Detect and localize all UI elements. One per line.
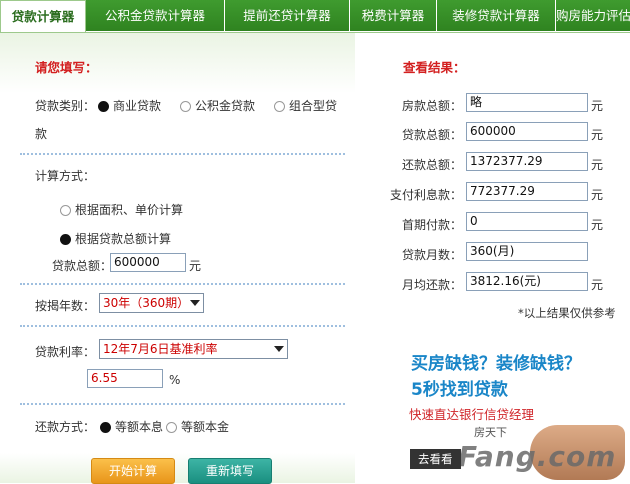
calculate-button[interactable]: 开始计算 bbox=[91, 458, 175, 484]
result-label-repay-total: 还款总额： bbox=[401, 158, 462, 172]
reset-button[interactable]: 重新填写 bbox=[188, 458, 272, 484]
loan-total-unit: 元 bbox=[189, 259, 202, 273]
results-title: 查看结果： bbox=[403, 60, 466, 75]
result-house-total: 略 bbox=[466, 93, 588, 112]
result-loan-total: 600000 bbox=[466, 122, 588, 141]
calc-method-label: 计算方式： bbox=[35, 169, 96, 183]
radio-area-icon[interactable] bbox=[60, 205, 71, 216]
rate-percent-unit: % bbox=[169, 373, 181, 387]
radio-combined-icon[interactable] bbox=[274, 101, 285, 112]
loan-total-label: 贷款总额： bbox=[52, 259, 113, 273]
tab-tax-calculator[interactable]: 税费计算器 bbox=[350, 0, 437, 31]
calc-method-area[interactable]: 根据面积、单价计算 bbox=[60, 201, 183, 218]
result-interest: 772377.29 bbox=[466, 182, 588, 201]
divider bbox=[20, 153, 345, 155]
radio-total-icon[interactable] bbox=[60, 234, 71, 245]
result-unit: 元 bbox=[591, 158, 604, 172]
ad-tagline: 快速直达银行信贷经理 bbox=[409, 407, 535, 422]
rate-percent-input[interactable]: 6.55 bbox=[87, 369, 163, 388]
divider bbox=[20, 403, 345, 405]
result-unit: 元 bbox=[591, 218, 604, 232]
result-label-interest: 支付利息款： bbox=[390, 188, 463, 202]
result-unit: 元 bbox=[591, 278, 604, 292]
rate-select[interactable]: 12年7月6日基准利率 bbox=[99, 339, 288, 359]
years-label: 按揭年数： bbox=[35, 299, 96, 313]
divider bbox=[20, 325, 345, 327]
chevron-down-icon bbox=[274, 346, 284, 352]
tab-bar: 贷款计算器 公积金贷款计算器 提前还贷计算器 税费计算器 装修贷款计算器 购房能… bbox=[0, 0, 630, 34]
result-label-monthly-payment: 月均还款： bbox=[401, 278, 462, 292]
result-down-payment: 0 bbox=[466, 212, 588, 231]
result-repay-total: 1372377.29 bbox=[466, 152, 588, 171]
ad-subheadline: 5秒找到贷款 bbox=[411, 380, 508, 400]
ad-headline: 买房缺钱？装修缺钱？ bbox=[411, 354, 581, 374]
tab-loan-calculator[interactable]: 贷款计算器 bbox=[0, 0, 86, 34]
tab-renovation-loan-calculator[interactable]: 装修贷款计算器 bbox=[437, 0, 556, 31]
fang-logo-cn: 房天下 bbox=[474, 426, 507, 439]
result-months: 360(月) bbox=[466, 242, 588, 261]
radio-provident-icon[interactable] bbox=[180, 101, 191, 112]
chevron-down-icon bbox=[190, 300, 200, 306]
result-monthly-payment: 3812.16(元) bbox=[466, 272, 588, 291]
loan-total-input[interactable]: 600000 bbox=[110, 253, 186, 272]
result-label-months: 贷款月数： bbox=[401, 248, 462, 262]
ad-go-button[interactable]: 去看看 bbox=[410, 449, 461, 469]
rate-label: 贷款利率： bbox=[35, 345, 96, 359]
repay-label: 还款方式： bbox=[35, 420, 96, 434]
loan-type-combined-wrap: 款 bbox=[35, 127, 48, 141]
result-label-down-payment: 首期付款： bbox=[401, 218, 462, 232]
calc-method-total[interactable]: 根据贷款总额计算 bbox=[60, 230, 171, 247]
loan-type-label: 贷款类别： bbox=[35, 99, 96, 113]
loan-type-provident[interactable]: 公积金贷款 bbox=[180, 97, 255, 114]
tab-purchase-ability[interactable]: 购房能力评估 bbox=[556, 0, 630, 31]
radio-equal-installment-icon[interactable] bbox=[100, 422, 111, 433]
result-label-loan-total: 贷款总额： bbox=[401, 128, 462, 142]
years-select[interactable]: 30年（360期） bbox=[99, 293, 204, 313]
tab-provident-fund-calculator[interactable]: 公积金贷款计算器 bbox=[86, 0, 225, 31]
repay-equal-installment[interactable]: 等额本息 bbox=[100, 418, 163, 435]
radio-equal-principal-icon[interactable] bbox=[166, 422, 177, 433]
result-unit: 元 bbox=[591, 128, 604, 142]
results-note: *以上结果仅供参考 bbox=[518, 306, 616, 320]
loan-type-combined[interactable]: 组合型贷 bbox=[274, 97, 337, 114]
radio-commercial-icon[interactable] bbox=[98, 101, 109, 112]
loan-type-commercial[interactable]: 商业贷款 bbox=[98, 97, 161, 114]
form-title: 请您填写： bbox=[35, 60, 98, 75]
result-unit: 元 bbox=[591, 188, 604, 202]
result-unit: 元 bbox=[591, 99, 604, 113]
divider bbox=[20, 283, 345, 285]
result-label-house-total: 房款总额： bbox=[401, 99, 462, 113]
tab-prepayment-calculator[interactable]: 提前还贷计算器 bbox=[225, 0, 350, 31]
repay-equal-principal[interactable]: 等额本金 bbox=[166, 418, 229, 435]
fang-logo: Fang.com bbox=[458, 440, 617, 473]
